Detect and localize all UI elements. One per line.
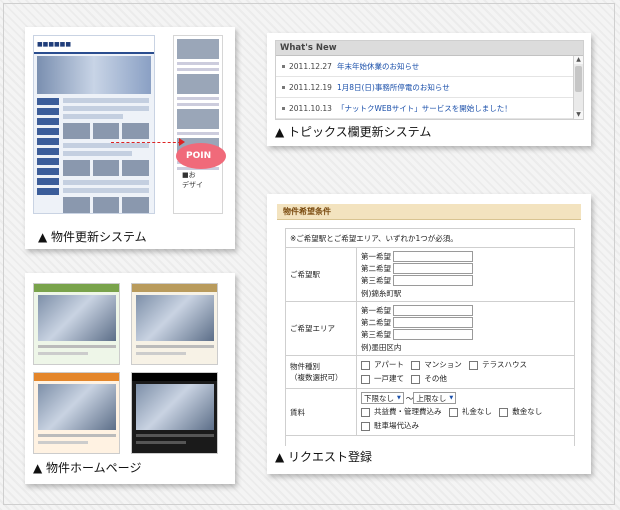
topic-link[interactable]: 「ナットクWEBサイト」サービスを開始しました！ — [337, 103, 512, 114]
topic-item[interactable]: 2011.10.13 「ナットクWEBサイト」サービスを開始しました！ — [276, 98, 573, 119]
request-form-card: 物件希望条件 ※ご希望駅とご希望エリア、いずれか1つが必須。 ご希望駅 第一希望… — [267, 194, 591, 474]
station-choice-3-input[interactable] — [393, 274, 473, 286]
bullet-icon — [282, 106, 285, 110]
whats-new-panel: What's New 2011.12.27 年末年始休業のお知らせ 2011.1… — [275, 40, 584, 120]
point-badge-subtext: ■お デザイ — [182, 171, 203, 189]
topics-update-caption: ▲ トピックス欄更新システム — [275, 125, 432, 139]
area-label: ご希望エリア — [285, 301, 357, 356]
rent-max-select[interactable]: 上限なし ▼ — [413, 392, 457, 404]
station-example: 例)錦糸町駅 — [361, 289, 402, 298]
scroll-down-icon[interactable]: ▼ — [574, 111, 583, 119]
area-fields: 第一希望 第二希望 第三希望 例)墨田区内 — [356, 301, 575, 356]
chevron-down-icon: ▼ — [397, 395, 401, 401]
rent-min-select[interactable]: 下限なし ▼ — [361, 392, 404, 404]
homepage-thumbnail-beige — [131, 283, 218, 365]
station-fields: 第一希望 第二希望 第三希望 例)錦糸町駅 — [356, 247, 575, 302]
mock-site-menu — [37, 98, 59, 198]
rent-no-key-money-checkbox[interactable]: 礼金なし — [448, 405, 492, 419]
form-title: 物件希望条件 — [277, 204, 581, 220]
chevron-down-icon: ▼ — [449, 395, 454, 401]
area-choice-1-input[interactable] — [393, 304, 473, 316]
rent-common-fee-checkbox[interactable]: 共益費・管理費込み — [361, 405, 442, 419]
property-type-label: 物件種別 （複数選択可） — [285, 355, 357, 389]
point-badge: POIN — [176, 143, 226, 169]
topics-scrollbar[interactable]: ▲ ▼ — [573, 56, 583, 119]
request-register-caption: ▲ リクエスト登録 — [275, 450, 373, 464]
station-choice-1-input[interactable] — [393, 250, 473, 262]
topic-link[interactable]: 年末年始休業のお知らせ — [337, 61, 419, 72]
topic-date: 2011.10.13 — [289, 103, 332, 113]
topic-link[interactable]: 1月8日(日)事務所停電のお知らせ — [337, 82, 450, 93]
topic-item[interactable]: 2011.12.27 年末年始休業のお知らせ — [276, 56, 573, 77]
type-other-checkbox[interactable]: その他 — [411, 372, 447, 386]
area-example: 例)墨田区内 — [361, 343, 402, 352]
bullet-icon — [282, 85, 285, 89]
homepage-thumbnail-orange — [33, 372, 120, 454]
mock-site-header: ■■■■■■ — [34, 36, 154, 54]
property-homepage-card — [25, 273, 235, 484]
topic-date: 2011.12.19 — [289, 82, 332, 92]
property-homepage-caption: ▲ 物件ホームページ — [33, 461, 142, 475]
station-label: ご希望駅 — [285, 247, 357, 302]
rent-parking-included-checkbox[interactable]: 駐車場代込み — [361, 419, 419, 433]
homepage-thumbnail-green — [33, 283, 120, 365]
topic-item[interactable]: 2011.12.19 1月8日(日)事務所停電のお知らせ — [276, 77, 573, 98]
property-update-card: ■■■■■■ — [25, 27, 235, 249]
whats-new-heading: What's New — [276, 41, 583, 56]
type-detached-house-checkbox[interactable]: 一戸建て — [361, 372, 404, 386]
station-choice-2-input[interactable] — [393, 262, 473, 274]
property-site-mock: ■■■■■■ — [33, 35, 155, 214]
homepage-thumbnail-dark — [131, 372, 218, 454]
type-terrace-house-checkbox[interactable]: テラスハウス — [469, 358, 527, 372]
type-apartment-checkbox[interactable]: アパート — [361, 358, 404, 372]
mock-site-banner — [37, 56, 151, 94]
form-note: ※ご希望駅とご希望エリア、いずれか1つが必須。 — [285, 228, 575, 248]
arrow-head-icon — [179, 138, 185, 146]
topics-list: 2011.12.27 年末年始休業のお知らせ 2011.12.19 1月8日(日… — [276, 56, 573, 119]
property-update-caption: ▲ 物件更新システム — [38, 230, 147, 244]
property-type-options: アパート マンション テラスハウス 一戸建て その他 — [356, 355, 575, 389]
topic-date: 2011.12.27 — [289, 61, 332, 71]
bullet-icon — [282, 64, 285, 68]
scroll-thumb[interactable] — [575, 66, 582, 92]
area-choice-2-input[interactable] — [393, 316, 473, 328]
type-mansion-checkbox[interactable]: マンション — [411, 358, 462, 372]
request-form-table: ※ご希望駅とご希望エリア、いずれか1つが必須。 ご希望駅 第一希望 第二希望 第… — [285, 228, 575, 446]
rent-label: 賃料 — [285, 388, 357, 436]
area-choice-3-input[interactable] — [393, 328, 473, 340]
scroll-up-icon[interactable]: ▲ — [574, 56, 583, 64]
dashed-arrow — [111, 142, 181, 143]
rent-fields: 下限なし ▼ ～ 上限なし ▼ 共益費・管理費込み 礼金なし 敷金なし 駐車場代込み — [356, 388, 575, 436]
rent-no-deposit-checkbox[interactable]: 敷金なし — [499, 405, 542, 419]
mock-site-content — [63, 98, 150, 213]
